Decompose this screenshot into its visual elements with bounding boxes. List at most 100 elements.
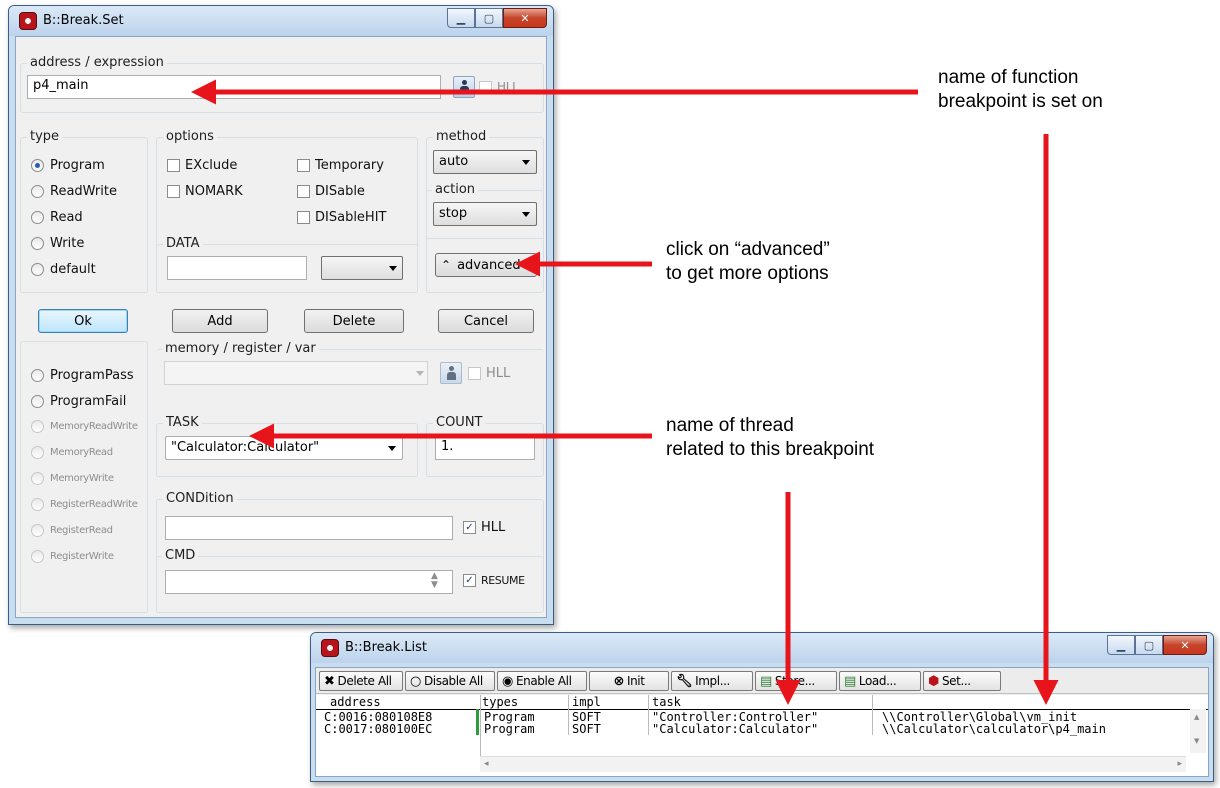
symbol-browse-button[interactable] bbox=[453, 76, 475, 98]
program-fail-option[interactable]: ProgramFail bbox=[31, 394, 126, 409]
radio-icon[interactable] bbox=[31, 237, 44, 250]
program-pass-option[interactable]: ProgramPass bbox=[31, 368, 134, 383]
radio-icon[interactable] bbox=[31, 446, 44, 459]
column-header-impl[interactable]: impl bbox=[572, 695, 601, 709]
horizontal-scrollbar[interactable]: ◂ ▸ bbox=[480, 756, 1186, 772]
load-icon: ▤ bbox=[844, 673, 856, 689]
disable-all-button[interactable]: ○ Disable All bbox=[405, 671, 495, 691]
minimize-button[interactable]: ▁ bbox=[1107, 635, 1135, 655]
address-input[interactable]: p4_main bbox=[27, 75, 441, 99]
radio-icon[interactable] bbox=[31, 472, 44, 485]
hll-checkbox[interactable] bbox=[479, 80, 492, 94]
radio-icon[interactable] bbox=[31, 263, 44, 276]
minimize-button[interactable]: ▁ bbox=[447, 8, 475, 28]
method-combo[interactable]: auto bbox=[433, 150, 537, 174]
init-button[interactable]: ⊗ Init bbox=[589, 671, 669, 691]
chevron-down-icon bbox=[522, 160, 530, 165]
radio-icon[interactable] bbox=[31, 185, 44, 198]
radio-icon[interactable] bbox=[31, 524, 44, 537]
type-readwrite[interactable]: ReadWrite bbox=[31, 184, 117, 199]
mem-reg-input[interactable] bbox=[164, 361, 428, 385]
scroll-left-icon[interactable]: ◂ bbox=[484, 759, 489, 769]
advanced-button[interactable]: ⌃ advanced bbox=[435, 253, 537, 277]
impl-button[interactable]: 🔧︎ Impl... bbox=[671, 671, 753, 691]
checkbox[interactable] bbox=[297, 211, 310, 224]
action-combo[interactable]: stop bbox=[433, 202, 537, 226]
memory-read-option[interactable]: MemoryRead bbox=[31, 446, 113, 459]
close-button[interactable]: ✕ bbox=[1163, 635, 1207, 655]
option-temporary[interactable]: Temporary bbox=[297, 158, 384, 173]
count-input[interactable]: 1. bbox=[435, 436, 535, 460]
maximize-button[interactable]: ▢ bbox=[1135, 635, 1163, 655]
mem-reg-hll-check[interactable]: HLL bbox=[468, 366, 510, 381]
checkbox[interactable] bbox=[167, 159, 180, 172]
close-button[interactable]: ✕ bbox=[503, 8, 547, 28]
delete-all-button[interactable]: ✖ Delete All bbox=[319, 671, 403, 691]
register-write-option[interactable]: RegisterWrite bbox=[31, 550, 114, 563]
enable-all-button[interactable]: ◉ Enable All bbox=[497, 671, 587, 691]
mem-reg-browse-button[interactable] bbox=[440, 362, 462, 384]
register-readwrite-option[interactable]: RegisterReadWrite bbox=[31, 498, 138, 511]
task-combo[interactable]: "Calculator:Calculator" bbox=[165, 436, 403, 460]
cmd-legend: CMD bbox=[162, 548, 199, 563]
cmd-input[interactable] bbox=[165, 570, 453, 594]
spin-arrows-icon[interactable]: ▲ ▼ bbox=[431, 572, 438, 590]
action-legend: action bbox=[432, 182, 479, 197]
condition-input[interactable] bbox=[165, 516, 453, 540]
checkbox[interactable] bbox=[297, 159, 310, 172]
options-group: options EXclude NOMARK Temporary DISable… bbox=[156, 129, 419, 293]
memory-readwrite-option[interactable]: MemoryReadWrite bbox=[31, 420, 138, 433]
mem-reg-legend: memory / register / var bbox=[162, 341, 319, 356]
radio-icon[interactable] bbox=[31, 159, 44, 172]
radio-icon[interactable] bbox=[31, 211, 44, 224]
checkbox[interactable] bbox=[167, 185, 180, 198]
option-exclude[interactable]: EXclude bbox=[167, 158, 237, 173]
memory-write-option[interactable]: MemoryWrite bbox=[31, 472, 114, 485]
method-group: method auto action stop ⌃ advanced bbox=[426, 129, 544, 293]
radio-icon[interactable] bbox=[31, 369, 44, 382]
count-group: COUNT 1. bbox=[426, 415, 544, 477]
resume-check[interactable]: ✓ RESUME bbox=[463, 574, 525, 587]
checkbox[interactable] bbox=[468, 367, 481, 380]
radio-icon[interactable] bbox=[31, 420, 44, 433]
scroll-down-icon[interactable]: ▼ bbox=[1194, 737, 1199, 745]
maximize-button[interactable]: ▢ bbox=[475, 8, 503, 28]
radio-icon[interactable] bbox=[31, 550, 44, 563]
delete-button[interactable]: Delete bbox=[304, 309, 404, 333]
column-header-address[interactable]: address bbox=[330, 695, 381, 709]
break-list-table[interactable]: address types impl task C:0016:080108E8 … bbox=[316, 695, 1208, 776]
type-default[interactable]: default bbox=[31, 262, 96, 277]
scroll-right-icon[interactable]: ▸ bbox=[1177, 759, 1182, 769]
vertical-scrollbar[interactable]: ▲ ▼ bbox=[1190, 709, 1206, 753]
radio-icon[interactable] bbox=[31, 395, 44, 408]
type-read[interactable]: Read bbox=[31, 210, 83, 225]
task-legend: TASK bbox=[163, 415, 202, 430]
checkbox[interactable] bbox=[297, 185, 310, 198]
address-hll-check[interactable]: HLL bbox=[479, 80, 519, 94]
cancel-button[interactable]: Cancel bbox=[438, 309, 534, 333]
store-button[interactable]: ▤ Store... bbox=[755, 671, 837, 691]
radio-icon[interactable] bbox=[31, 498, 44, 511]
ok-button[interactable]: Ok bbox=[38, 309, 128, 333]
break-list-titlebar[interactable]: B::Break.List ▁ ▢ ✕ bbox=[311, 633, 1213, 663]
checkbox-checked-icon[interactable]: ✓ bbox=[463, 521, 476, 534]
break-set-titlebar[interactable]: B::Break.Set ▁ ▢ ✕ bbox=[9, 6, 553, 36]
column-header-types[interactable]: types bbox=[482, 695, 518, 709]
register-read-option[interactable]: RegisterRead bbox=[31, 524, 113, 537]
set-button[interactable]: ⬢ Set... bbox=[923, 671, 1001, 691]
scroll-up-icon[interactable]: ▲ bbox=[1194, 713, 1199, 721]
type-write[interactable]: Write bbox=[31, 236, 84, 251]
option-nomark[interactable]: NOMARK bbox=[167, 184, 243, 199]
condition-hll-check[interactable]: ✓ HLL bbox=[463, 520, 505, 535]
option-disable[interactable]: DISable bbox=[297, 184, 365, 199]
address-legend: address / expression bbox=[27, 55, 167, 70]
add-button[interactable]: Add bbox=[172, 309, 268, 333]
column-header-task[interactable]: task bbox=[652, 695, 681, 709]
type-program[interactable]: Program bbox=[31, 158, 105, 173]
break-set-client: address / expression p4_main HLL type Pr… bbox=[15, 36, 547, 618]
double-chevron-up-icon: ⌃ bbox=[441, 258, 452, 272]
load-button[interactable]: ▤ Load... bbox=[839, 671, 921, 691]
checkbox-checked-icon[interactable]: ✓ bbox=[463, 574, 476, 587]
data-input[interactable] bbox=[167, 256, 307, 280]
option-disablehit[interactable]: DISableHIT bbox=[297, 210, 386, 225]
